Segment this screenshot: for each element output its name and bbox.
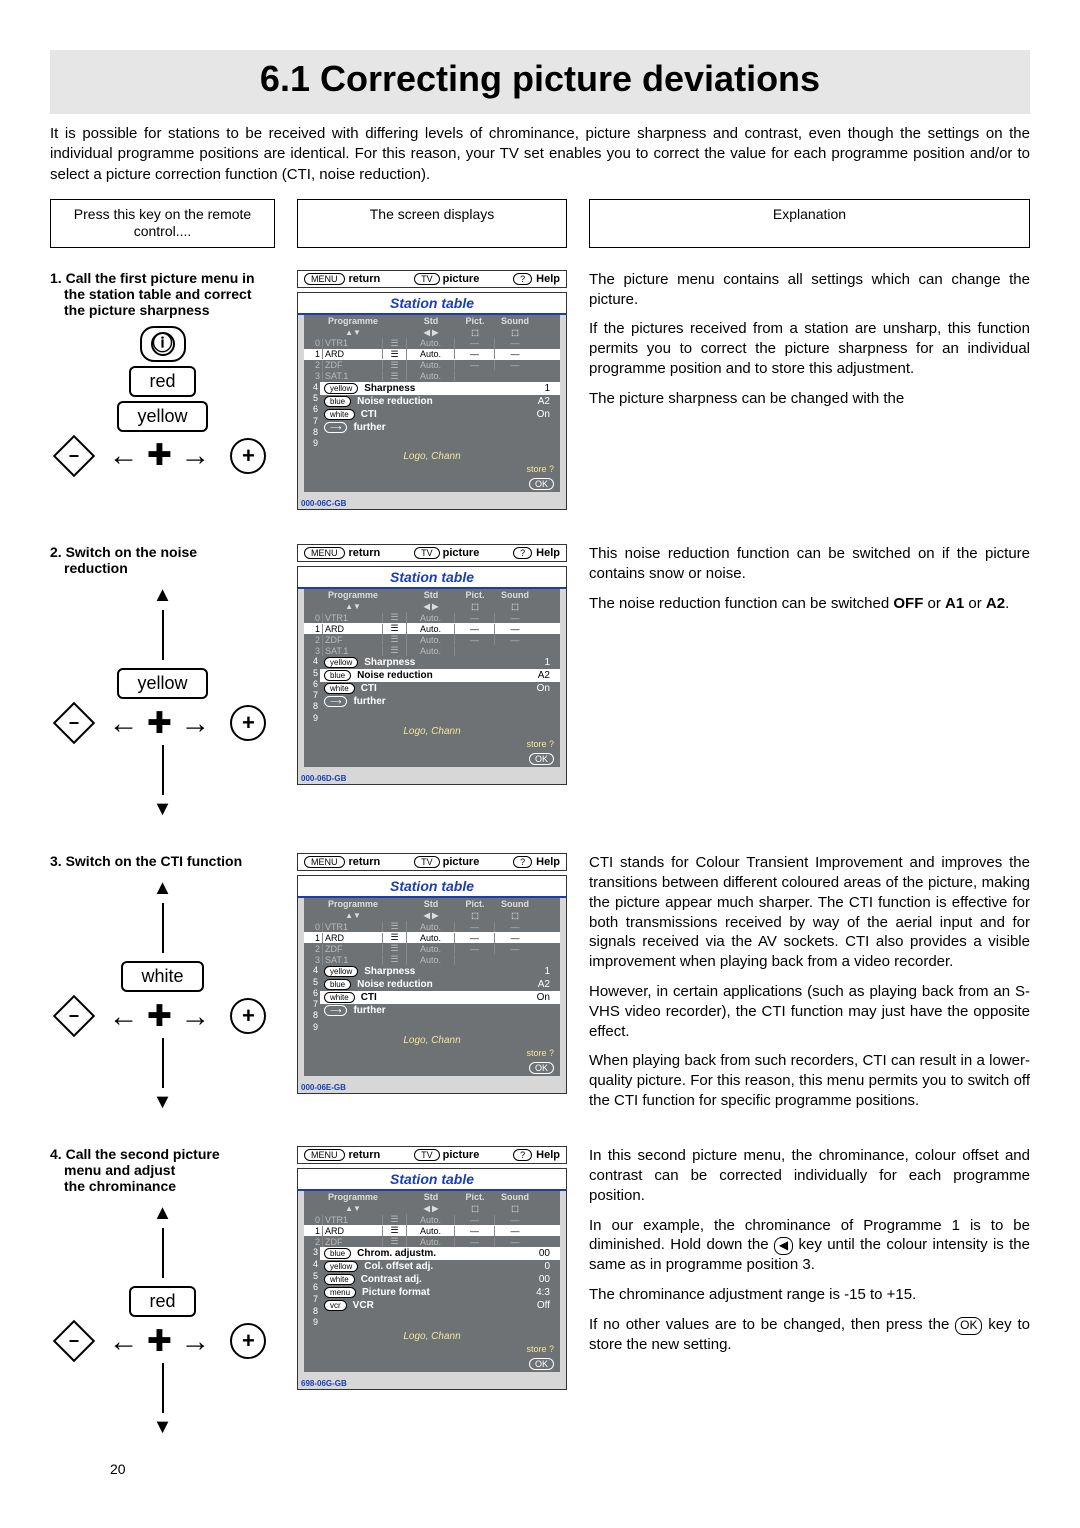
intro-paragraph: It is possible for stations to be receiv… xyxy=(50,124,1030,185)
step-1-screen: MENU return TV picture ? Help Station ta… xyxy=(297,270,567,523)
step-2-left: 2. Switch on the noise reduction ▲ yello… xyxy=(50,544,275,831)
yellow-button: yellow xyxy=(117,668,207,699)
step-2-explanation: This noise reduction function can be swi… xyxy=(589,544,1030,831)
step-4-explanation: In this second picture menu, the chromin… xyxy=(589,1146,1030,1449)
step-4-left: 4. Call the second picture menu and adju… xyxy=(50,1146,275,1449)
page-title-bar: 6.1 Correcting picture deviations xyxy=(50,50,1030,114)
left-arrow-key-icon: − xyxy=(52,435,94,477)
step-3-left: 3. Switch on the CTI function ▲ white − … xyxy=(50,853,275,1124)
white-button: white xyxy=(121,961,203,992)
screen-bar: MENU return TV picture ? Help xyxy=(297,270,567,288)
red-button: red xyxy=(129,366,195,397)
col-header-remote: Press this key on the remote control.... xyxy=(50,199,275,248)
right-arrow-key-icon: + xyxy=(230,438,266,474)
step-3-screen: MENU return TV picture ? Help Station ta… xyxy=(297,853,567,1124)
step-2-screen: MENU return TV picture ? Help Station ta… xyxy=(297,544,567,831)
station-table-title: Station table xyxy=(298,293,566,315)
ok-inline-icon: OK xyxy=(955,1317,982,1335)
red-button: red xyxy=(129,1286,195,1317)
step-3-explanation: CTI stands for Colour Transient Improvem… xyxy=(589,853,1030,1124)
step-4-screen: MENU return TV picture ? Help Station ta… xyxy=(297,1146,567,1449)
col-header-explanation: Explanation xyxy=(589,199,1030,248)
yellow-button: yellow xyxy=(117,401,207,432)
step-1-left: 1. Call the first picture menu in the st… xyxy=(50,270,275,523)
page-title: 6.1 Correcting picture deviations xyxy=(50,58,1030,100)
left-arrow-inline-icon: ◀ xyxy=(774,1237,793,1255)
step-1-explanation: The picture menu contains all settings w… xyxy=(589,270,1030,523)
info-key-icon: ⓘ xyxy=(140,326,186,362)
page-number: 20 xyxy=(50,1461,1030,1477)
col-header-screen: The screen displays xyxy=(297,199,567,248)
